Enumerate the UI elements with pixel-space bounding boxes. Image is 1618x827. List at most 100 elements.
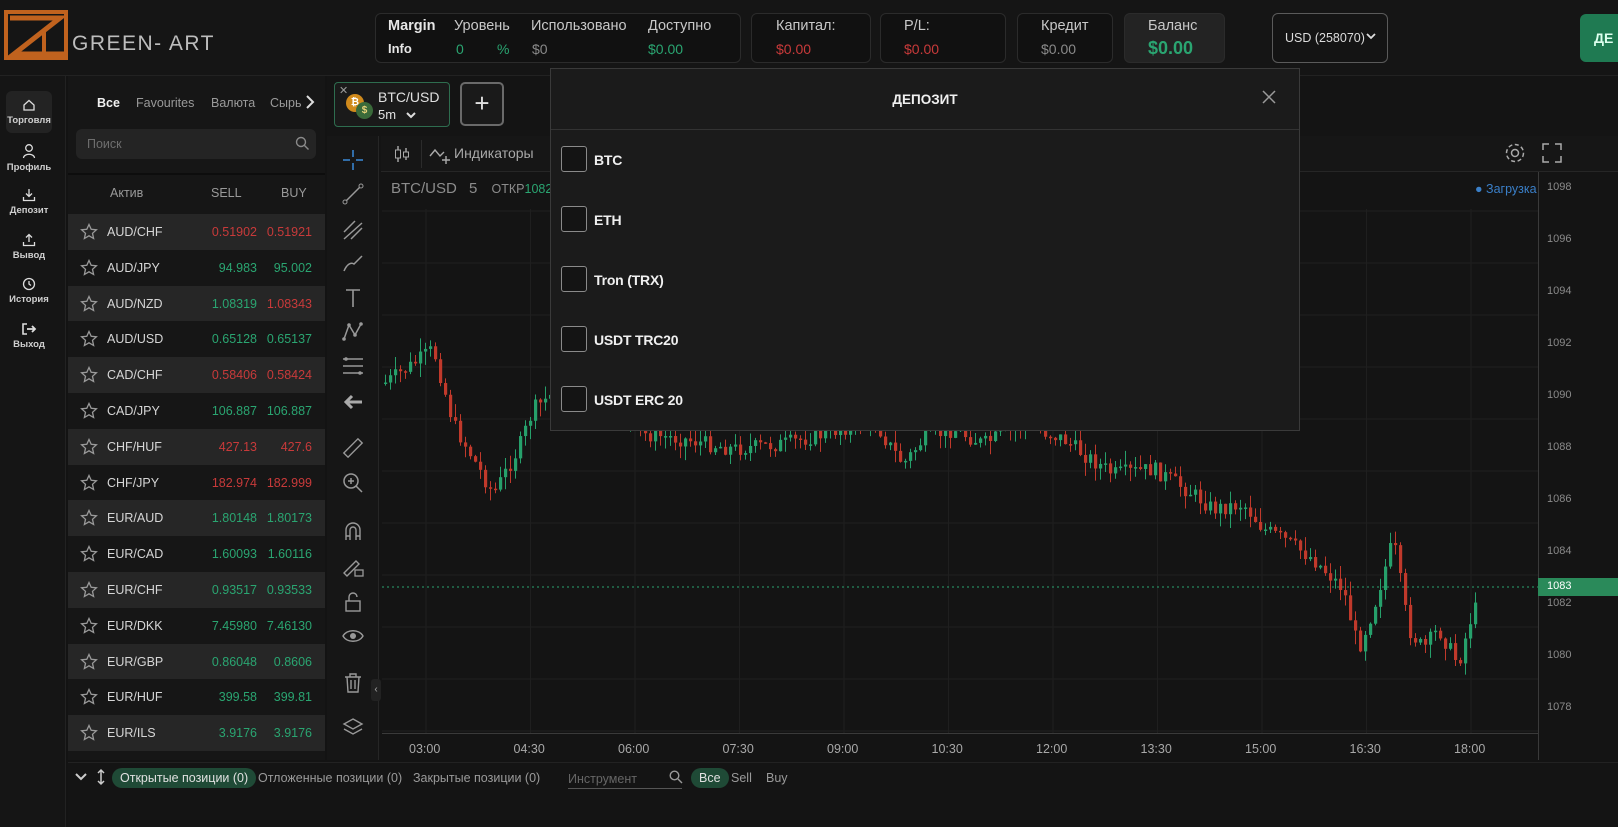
asset-row[interactable]: AUD/CHF 0.51902 0.51921 — [68, 214, 325, 250]
asset-buy-price[interactable]: 0.65137 — [267, 332, 312, 346]
asset-sell-price[interactable]: 106.887 — [212, 404, 257, 418]
crosshair-icon[interactable] — [341, 148, 365, 172]
deposit-option-btc[interactable]: BTC — [561, 146, 861, 174]
filter-sell[interactable]: Sell — [731, 771, 752, 785]
tab-open-positions[interactable]: Открытые позиции (0) — [112, 768, 257, 788]
asset-buy-price[interactable]: 0.58424 — [267, 368, 312, 382]
add-chart-button[interactable]: + — [460, 82, 504, 126]
deposit-option-trx[interactable]: Tron (TRX) — [561, 266, 861, 294]
asset-buy-price[interactable]: 427.6 — [281, 440, 312, 454]
tab-pending-positions[interactable]: Отложенные позиции (0) — [258, 771, 402, 785]
asset-buy-price[interactable]: 106.887 — [267, 404, 312, 418]
asset-sell-price[interactable]: 0.65128 — [212, 332, 257, 346]
tab-all[interactable]: Все — [97, 96, 120, 110]
star-icon[interactable] — [80, 545, 98, 563]
checkbox[interactable] — [561, 326, 587, 352]
star-icon[interactable] — [80, 401, 98, 420]
star-icon[interactable] — [80, 724, 98, 742]
star-icon[interactable] — [80, 294, 98, 313]
search-icon[interactable] — [295, 136, 310, 151]
chart-tab-ticket[interactable]: ✕ ₿ $ BTC/USD 5m — [334, 82, 450, 127]
account-select[interactable]: USD (258070) — [1272, 13, 1388, 63]
collapse-toolbar-handle[interactable]: ‹ — [371, 679, 381, 701]
nav-logout[interactable]: Выход — [6, 322, 52, 350]
star-icon[interactable] — [80, 437, 98, 456]
asset-buy-price[interactable]: 1.08343 — [267, 297, 312, 311]
asset-buy-price[interactable]: 7.46130 — [267, 619, 312, 633]
star-icon[interactable] — [80, 366, 98, 384]
asset-row[interactable]: CHF/JPY 182.974 182.999 — [68, 465, 325, 501]
eye-icon[interactable] — [341, 624, 365, 648]
asset-sell-price[interactable]: 399.58 — [219, 690, 257, 704]
asset-sell-price[interactable]: 3.9176 — [219, 726, 257, 740]
search-icon[interactable] — [669, 770, 683, 784]
asset-sell-price[interactable]: 1.80148 — [212, 511, 257, 525]
time-axis[interactable]: 03:00 04:30 06:00 07:30 09:00 10:30 12:00 13:30… — [382, 733, 1538, 760]
brush-icon[interactable] — [341, 252, 365, 276]
filter-all[interactable]: Все — [691, 768, 729, 788]
asset-row[interactable]: CHF/HUF 427.13 427.6 — [68, 428, 325, 465]
checkbox[interactable] — [561, 386, 587, 412]
asset-sell-price[interactable]: 182.974 — [212, 476, 257, 490]
asset-buy-price[interactable]: 182.999 — [267, 476, 312, 490]
tab-currency[interactable]: Валюта — [211, 96, 255, 110]
asset-row[interactable]: CAD/CHF 0.58406 0.58424 — [68, 357, 325, 393]
settings-icon[interactable] — [1503, 141, 1527, 165]
pattern-icon[interactable] — [341, 320, 365, 344]
nav-deposit[interactable]: Депозит — [6, 188, 52, 216]
asset-buy-price[interactable]: 3.9176 — [274, 726, 312, 740]
checkbox[interactable] — [561, 266, 587, 292]
asset-row[interactable]: CAD/JPY 106.887 106.887 — [68, 393, 325, 429]
asset-row[interactable]: EUR/ILS 3.9176 3.9176 — [68, 715, 325, 751]
chevron-down-icon[interactable] — [74, 772, 88, 782]
asset-buy-price[interactable]: 95.002 — [274, 261, 312, 275]
asset-sell-price[interactable]: 1.08319 — [212, 297, 257, 311]
star-icon[interactable] — [80, 223, 98, 241]
star-icon[interactable] — [80, 652, 98, 671]
star-icon[interactable] — [80, 473, 98, 492]
trash-icon[interactable] — [341, 671, 365, 695]
back-arrow-icon[interactable] — [341, 390, 365, 414]
asset-sell-price[interactable]: 1.60093 — [212, 547, 257, 561]
pitchfork-icon[interactable] — [341, 218, 365, 242]
star-icon[interactable] — [80, 509, 98, 527]
nav-profile[interactable]: Профиль — [6, 143, 52, 173]
nav-history[interactable]: История — [6, 277, 52, 305]
instrument-filter-input[interactable] — [568, 769, 682, 789]
chevron-down-icon[interactable] — [405, 111, 417, 120]
asset-buy-price[interactable]: 1.80173 — [267, 511, 312, 525]
checkbox[interactable] — [561, 146, 587, 172]
asset-sell-price[interactable]: 0.93517 — [212, 583, 257, 597]
deposit-option-eth[interactable]: ETH — [561, 206, 861, 234]
asset-buy-price[interactable]: 0.93533 — [267, 583, 312, 597]
asset-sell-price[interactable]: 427.13 — [219, 440, 257, 454]
asset-row[interactable]: EUR/AUD 1.80148 1.80173 — [68, 500, 325, 537]
deposit-option-usdt-erc20[interactable]: USDT ERC 20 — [561, 386, 861, 414]
asset-row[interactable]: AUD/NZD 1.08319 1.08343 — [68, 285, 325, 322]
indicators-button[interactable]: Индикаторы — [454, 145, 534, 161]
brand-logo[interactable]: GREEN- ART — [4, 10, 215, 60]
asset-row[interactable]: EUR/CHF 0.93517 0.93533 — [68, 571, 325, 608]
star-icon[interactable] — [80, 330, 98, 348]
star-icon[interactable] — [80, 580, 98, 599]
asset-row[interactable]: AUD/JPY 94.983 95.002 — [68, 250, 325, 286]
tab-closed-positions[interactable]: Закрытые позиции (0) — [413, 771, 540, 785]
asset-search-input[interactable] — [76, 129, 316, 159]
close-icon[interactable] — [1261, 89, 1277, 105]
fullscreen-icon[interactable] — [1541, 142, 1563, 164]
asset-sell-price[interactable]: 0.58406 — [212, 368, 257, 382]
indicators-icon[interactable] — [429, 144, 451, 164]
asset-sell-price[interactable]: 94.983 — [219, 261, 257, 275]
checkbox[interactable] — [561, 206, 587, 232]
asset-row[interactable]: AUD/USD 0.65128 0.65137 — [68, 321, 325, 357]
asset-buy-price[interactable]: 0.51921 — [267, 225, 312, 239]
nav-withdraw[interactable]: Вывод — [6, 233, 52, 261]
deposit-option-usdt-trc20[interactable]: USDT TRC20 — [561, 326, 861, 354]
deposit-button[interactable]: ДЕ — [1580, 14, 1618, 62]
resize-vertical-icon[interactable] — [96, 768, 106, 786]
lock-drawing-icon[interactable] — [341, 554, 365, 578]
layers-icon[interactable] — [341, 716, 365, 740]
text-tool-icon[interactable] — [341, 286, 365, 310]
asset-sell-price[interactable]: 0.86048 — [212, 655, 257, 669]
asset-row[interactable]: EUR/HUF 399.58 399.81 — [68, 679, 325, 715]
